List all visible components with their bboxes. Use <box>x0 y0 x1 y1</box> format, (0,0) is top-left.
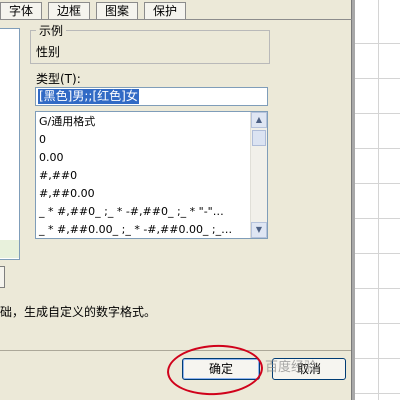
list-item[interactable]: _ * #,##0.00_ ;_ * -#,##0.00_ ;_… <box>39 221 232 238</box>
tab-font[interactable]: 字体 <box>0 2 42 19</box>
tab-protection[interactable]: 保护 <box>144 2 186 19</box>
tab-strip-border <box>0 19 352 20</box>
list-item[interactable]: 0 <box>39 131 46 149</box>
category-list-selected-item[interactable] <box>0 240 19 258</box>
category-list[interactable] <box>0 28 20 260</box>
tab-border[interactable]: 边框 <box>48 2 90 19</box>
type-label: 类型(T): <box>36 72 81 86</box>
sheet-gridline <box>354 358 400 359</box>
format-list-scrollbar[interactable]: ▲ ▼ <box>250 112 267 238</box>
sheet-gridline-vertical <box>378 0 379 400</box>
scroll-thumb[interactable] <box>252 130 266 146</box>
watermark-text: 百度经验 <box>265 360 318 375</box>
sheet-gridline <box>354 323 400 324</box>
list-item[interactable]: G/通用格式 <box>39 113 95 131</box>
sheet-gridline <box>354 113 400 114</box>
type-input-selected-text: [黑色]男;;[红色]女 <box>38 89 139 104</box>
scroll-down-icon[interactable]: ▼ <box>251 222 267 238</box>
dialog-footer-separator <box>0 350 351 351</box>
format-list[interactable]: G/通用格式 0 0.00 #,##0 #,##0.00 _ * #,##0_ … <box>35 111 268 239</box>
sample-preview-text: 性别 <box>36 45 61 59</box>
sheet-gridline <box>354 393 400 394</box>
sheet-gridline <box>354 253 400 254</box>
list-item[interactable]: #,##0.00 <box>39 185 95 203</box>
description-text: 础，生成自定义的数字格式。 <box>0 305 157 319</box>
sheet-gridline <box>354 148 400 149</box>
dialog-shadow <box>352 0 355 400</box>
list-item[interactable]: 0.00 <box>39 149 64 167</box>
sheet-gridline <box>354 183 400 184</box>
list-item[interactable]: _ * #,##0_ ;_ * -#,##0_ ;_ * "-"… <box>39 203 224 221</box>
list-item[interactable]: #,##0 <box>39 167 77 185</box>
format-cells-dialog: 字体 边框 图案 保护 示例 性别 类型(T): [黑色]男;;[红色]女 G/… <box>0 0 352 400</box>
sample-legend: 示例 <box>36 24 67 38</box>
sheet-gridline <box>354 288 400 289</box>
sheet-gridline <box>354 78 400 79</box>
dialog-tabs: 字体 边框 图案 保护 <box>0 0 352 20</box>
sheet-gridline <box>354 43 400 44</box>
sheet-gridline <box>354 218 400 219</box>
type-input[interactable]: [黑色]男;;[红色]女 <box>35 87 268 106</box>
scroll-up-icon[interactable]: ▲ <box>251 112 267 128</box>
left-partial-button[interactable] <box>0 266 5 288</box>
tab-patterns[interactable]: 图案 <box>96 2 138 19</box>
